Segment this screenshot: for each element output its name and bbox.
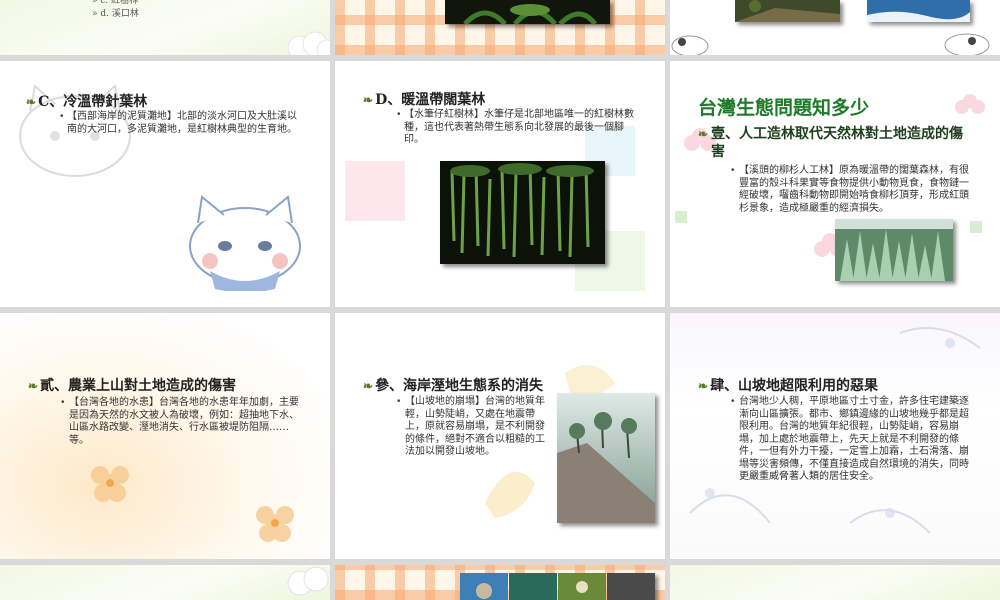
slide-list: » c. 紅樹林 » d. 溪口林 xyxy=(92,0,139,21)
cloud-icon xyxy=(287,31,330,55)
bullet-icon: • xyxy=(61,397,65,408)
slide-bottom-middle[interactable] xyxy=(335,565,665,600)
fleuron-bullet-icon: ❧ xyxy=(363,379,374,393)
sheep-icon xyxy=(944,33,990,55)
slide-body-text: 【台灣各地的水患】台灣各地的水患年年加劇，主要是因為天然的水文被人為破壞，例如：… xyxy=(69,397,299,446)
slide-title: ❧ 參、海岸溼地生態系的消失 xyxy=(363,375,543,395)
slide-top-right[interactable] xyxy=(670,0,1000,55)
slide-agriculture-damage[interactable]: ❧ 貳、農業上山對土地造成的傷害 • 【台灣各地的水患】台灣各地的水患年年加劇，主… xyxy=(0,313,330,559)
bullet-icon: • xyxy=(60,111,64,122)
slide-subtitle: 壹、人工造林取代天然林對土地造成的傷害 xyxy=(711,126,963,160)
bullet-icon: • xyxy=(397,396,401,407)
slide-title: ❧ 肆、山坡地超限利用的惡果 xyxy=(698,375,878,395)
landslide-hillside-photo xyxy=(557,393,655,523)
photo-strip xyxy=(460,573,655,600)
bullet-icon: • xyxy=(731,165,735,176)
coast-photo xyxy=(867,0,970,22)
slide-title-text: C、冷溫帶針葉林 xyxy=(38,94,148,110)
slide-coastal-wetland-loss[interactable]: ❧ 參、海岸溼地生態系的消失 • 【山坡地的崩塌】台灣的地質年輕，山勢陡峭，又處在… xyxy=(335,313,665,559)
slide-body-text: 【山坡地的崩塌】台灣的地質年輕，山勢陡峭，又處在地震帶上，原就容易崩塌，是不利開… xyxy=(405,396,545,457)
slide-top-middle[interactable] xyxy=(335,0,665,55)
cedar-plantation-photo xyxy=(835,219,953,281)
slide-title: ❧ D、暖溫帶闊葉林 xyxy=(363,89,485,109)
plant-photo xyxy=(445,0,610,24)
slide-slopeland-overuse[interactable]: ❧ 肆、山坡地超限利用的惡果 • 台灣地少人稠，平原地區寸土寸金，許多住宅建築逐漸… xyxy=(670,313,1000,559)
bullet-icon: • xyxy=(397,109,401,120)
slide-title-text: 貳、農業上山對土地造成的傷害 xyxy=(40,378,237,394)
slide-bottom-right[interactable] xyxy=(670,565,1000,600)
fleuron-bullet-icon: ❧ xyxy=(28,379,39,393)
cat-face-icon xyxy=(189,195,301,291)
sheep-icon xyxy=(671,35,709,55)
slide-title: ❧ C、冷溫帶針葉林 xyxy=(26,91,147,111)
mangrove-seedlings-photo xyxy=(440,161,605,264)
fleuron-bullet-icon: ❧ xyxy=(26,95,37,109)
list-item: » d. 溪口林 xyxy=(92,9,139,19)
fleuron-bullet-icon: ❧ xyxy=(363,93,374,107)
slide-ecology-problems[interactable]: 台灣生態問題知多少 ❧ 壹、人工造林取代天然林對土地造成的傷害 • 【溪頭的柳杉… xyxy=(670,61,1000,307)
slide-top-left[interactable]: » c. 紅樹林 » d. 溪口林 xyxy=(0,0,330,55)
slide-bottom-left[interactable] xyxy=(0,565,330,600)
flower-icon xyxy=(91,466,294,542)
forest-path-photo xyxy=(735,0,840,22)
bullet-icon: • xyxy=(731,396,735,407)
list-item: » c. 紅樹林 xyxy=(92,0,139,6)
slide-title-text: 參、海岸溼地生態系的消失 xyxy=(375,378,544,394)
fleuron-bullet-icon: ❧ xyxy=(698,127,709,141)
fleuron-bullet-icon: ❧ xyxy=(698,379,709,393)
slide-title: ❧ 貳、農業上山對土地造成的傷害 xyxy=(28,375,236,395)
slide-title-text: D、暖溫帶闊葉林 xyxy=(375,92,486,108)
slide-title-text: 肆、山坡地超限利用的惡果 xyxy=(710,378,879,394)
slide-cold-temperate-forest[interactable]: ❧ C、冷溫帶針葉林 • 【西部海岸的泥質灘地】北部的淡水河口及大肚溪以南的大河口… xyxy=(0,61,330,307)
slide-main-title: 台灣生態問題知多少 xyxy=(698,97,870,119)
slide-warm-temperate-forest[interactable]: ❧ D、暖溫帶闊葉林 • 【水筆仔紅樹林】水筆仔是北部地區唯一的紅樹林數種，這也代… xyxy=(335,61,665,307)
slide-body-text: 【溪頭的柳杉人工林】原為暖溫帶的闊葉森林，有很豐富的殼斗科果實等食物提供小動物覓… xyxy=(739,165,969,214)
slide-body-text: 台灣地少人稠，平原地區寸土寸金，許多住宅建築逐漸向山區擴張。都市、鄉鎮邊緣的山坡… xyxy=(739,396,969,482)
slide-body-text: 【西部海岸的泥質灘地】北部的淡水河口及大肚溪以南的大河口，多泥質灘地，是紅樹林典… xyxy=(67,111,297,135)
cloud-icon xyxy=(287,566,329,596)
slide-body-text: 【水筆仔紅樹林】水筆仔是北部地區唯一的紅樹林數種，這也代表著熱帶生態系向北發展的… xyxy=(404,109,634,145)
